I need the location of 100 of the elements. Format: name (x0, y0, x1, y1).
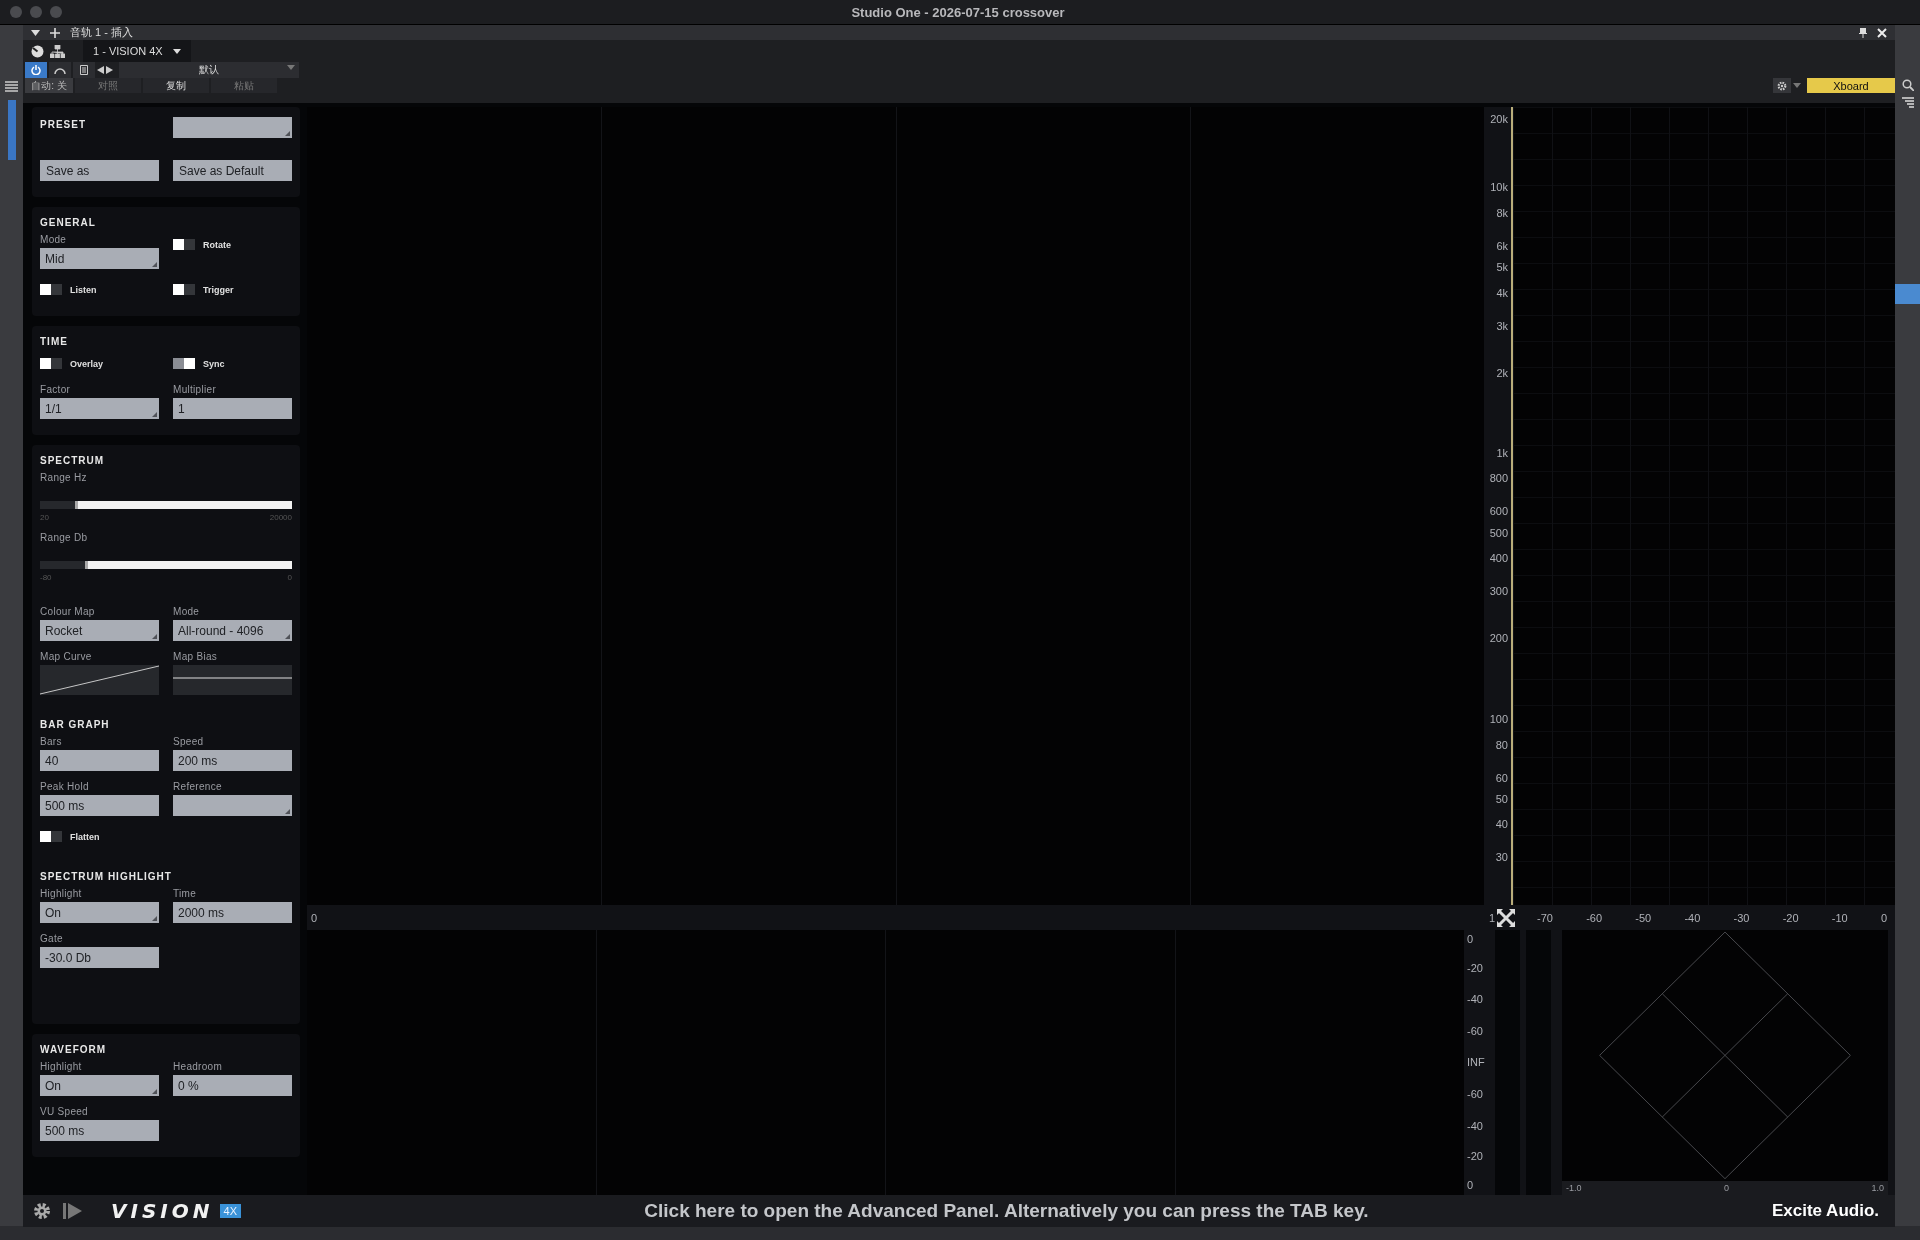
arc-icon (54, 66, 66, 74)
settings-icon[interactable] (33, 1201, 51, 1220)
frequency-label: 500 (1489, 527, 1508, 540)
frequency-label: 5k (1496, 260, 1508, 273)
next-icon[interactable] (106, 66, 113, 74)
level-label: INF (1467, 1056, 1485, 1069)
copy-button[interactable]: 复制 (143, 78, 209, 93)
time-label: 0 (310, 911, 319, 924)
advanced-panel-link[interactable]: Click here to open the Advanced Panel. Alternatively you can press the TAB key. (253, 1199, 1760, 1222)
frequency-label: 2k (1496, 366, 1508, 379)
power-button[interactable] (25, 62, 47, 78)
window-title: Studio One - 2026-07-15 crossover (850, 4, 1066, 20)
preset-list-button[interactable] (73, 62, 95, 78)
dial-icon[interactable] (31, 44, 44, 58)
toggle-label: Flatten (70, 831, 100, 842)
frequency-label: 40 (1495, 817, 1508, 830)
field-label: Mode (173, 606, 201, 617)
frequency-label: 60 (1495, 772, 1508, 785)
dropdown-field[interactable]: On (40, 902, 159, 923)
toggle-switch[interactable] (173, 358, 195, 369)
toggle-switch[interactable] (40, 358, 62, 369)
toggle-label: Overlay (70, 358, 104, 369)
automation-button[interactable]: 自动: 关 (25, 78, 73, 93)
toggle-switch[interactable] (40, 831, 62, 842)
bias-graph[interactable] (173, 665, 292, 695)
dropdown-field[interactable] (173, 117, 292, 138)
dropdown-field[interactable]: All-round - 4096 (173, 620, 292, 641)
settings-button[interactable] (1773, 78, 1791, 93)
caret-icon[interactable] (1793, 83, 1801, 88)
search-icon[interactable] (1901, 79, 1914, 91)
previous-icon[interactable] (97, 66, 104, 74)
dropdown-field[interactable] (173, 795, 292, 816)
level-label: 0 (1467, 933, 1474, 946)
dropdown-field[interactable]: On (40, 1075, 159, 1096)
save-button[interactable]: Save as Default (173, 160, 292, 181)
frequency-label: 80 (1495, 739, 1508, 752)
close-icon[interactable] (1877, 27, 1887, 38)
level-label: -40 (1467, 992, 1483, 1005)
input-field[interactable]: 40 (40, 750, 159, 771)
save-button[interactable]: Save as (40, 160, 159, 181)
frequency-label: 800 (1489, 472, 1508, 485)
field-label: Mode (40, 234, 68, 245)
frequency-label: 300 (1489, 585, 1508, 598)
dropdown-field[interactable]: Mid (40, 248, 159, 269)
db-label: -50 (1635, 911, 1652, 924)
curve-graph[interactable] (40, 665, 159, 695)
slider-fill[interactable] (84, 561, 292, 569)
frequency-label: 200 (1489, 631, 1508, 644)
section-title: WAVEFORM (40, 1044, 108, 1055)
field-label: Highlight (40, 888, 83, 899)
caret-icon (287, 65, 295, 70)
frequency-label: 600 (1489, 504, 1508, 517)
field-label: Time (173, 888, 198, 899)
input-field[interactable]: 500 ms (40, 795, 159, 816)
field-label: Gate (40, 933, 64, 944)
toggle-switch[interactable] (173, 239, 195, 250)
input-field[interactable]: -30.0 Db (40, 947, 159, 968)
dropdown-field[interactable]: 1/1 (40, 398, 159, 419)
corner-icon (152, 634, 157, 639)
dropdown-field[interactable]: Rocket (40, 620, 159, 641)
xboard-button[interactable]: Xboard (1807, 78, 1895, 93)
bypass-button[interactable] (49, 62, 71, 78)
toggle-label: Listen (70, 284, 97, 295)
toggle-switch[interactable] (40, 284, 62, 295)
track-label: 音轨 1 - 插入 (70, 25, 133, 40)
field-label: Speed (173, 736, 205, 747)
field-label: VU Speed (40, 1106, 89, 1117)
corner-icon (152, 412, 157, 417)
db-label: -40 (1684, 911, 1701, 924)
input-field[interactable]: 200 ms (173, 750, 292, 771)
level-label: -20 (1467, 1150, 1483, 1163)
field-label: Factor (40, 384, 72, 395)
toggle-switch[interactable] (173, 284, 195, 295)
input-field[interactable]: 2000 ms (173, 902, 292, 923)
field-label: Colour Map (40, 606, 96, 617)
section-title: SPECTRUM HIGHLIGHT (40, 871, 173, 882)
range-slider[interactable] (40, 561, 292, 569)
list-icon[interactable] (1901, 97, 1914, 108)
slider-label: Range Db (40, 532, 89, 543)
section-title: BAR GRAPH (40, 719, 111, 730)
version-badge: 4X (219, 1203, 241, 1218)
input-field[interactable]: 0 % (173, 1075, 292, 1096)
db-label: -10 (1831, 911, 1848, 924)
field-label: Reference (173, 781, 223, 792)
input-field[interactable]: 500 ms (40, 1120, 159, 1141)
pin-icon[interactable] (1859, 27, 1867, 38)
toggle-label: Trigger (203, 284, 234, 295)
play-icon[interactable] (63, 1201, 83, 1220)
add-icon[interactable] (50, 27, 60, 38)
routing-icon[interactable] (50, 44, 65, 58)
toggle-label: Rotate (203, 239, 231, 250)
menu-icon[interactable] (5, 81, 18, 92)
input-field[interactable]: 1 (173, 398, 292, 419)
plugin-selector[interactable]: 1 - VISION 4X (83, 40, 191, 62)
expand-icon[interactable] (1497, 908, 1515, 927)
frequency-label: 1k (1496, 447, 1508, 460)
frequency-label: 4k (1496, 286, 1508, 299)
level-label: 0 (1467, 1179, 1474, 1192)
preset-dropdown[interactable]: 默认 (119, 62, 299, 78)
collapse-icon[interactable] (31, 29, 40, 36)
